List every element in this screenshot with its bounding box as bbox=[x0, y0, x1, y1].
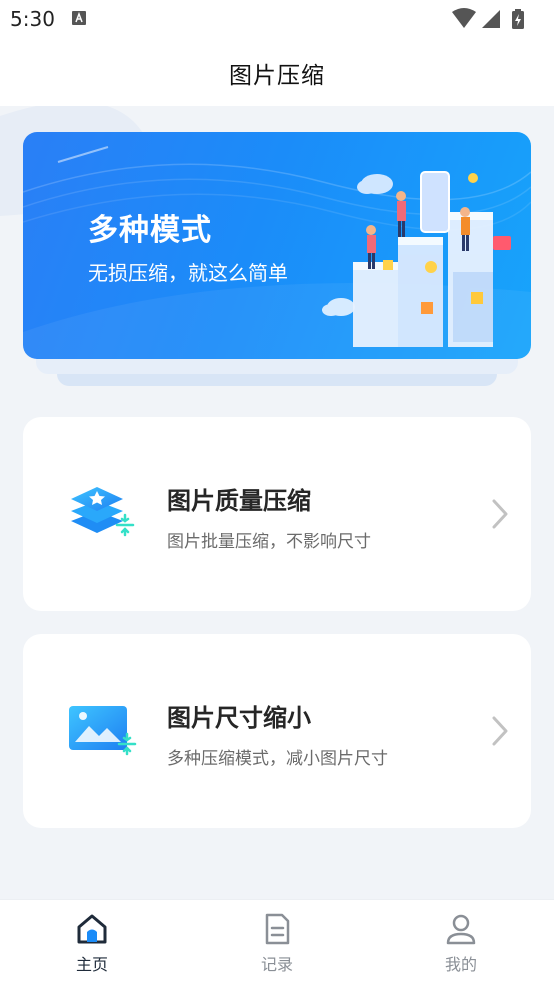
battery-icon bbox=[512, 9, 524, 29]
app-bar: 图片压缩 bbox=[0, 40, 554, 106]
tab-home-label: 主页 bbox=[75, 955, 108, 974]
promo-banner[interactable]: 多种模式 无损压缩，就这么简单 bbox=[23, 132, 531, 359]
layers-star-icon bbox=[71, 487, 135, 537]
tab-records[interactable]: 记录 bbox=[222, 900, 332, 985]
status-icons bbox=[452, 8, 524, 29]
card-description: 多种压缩模式，减小图片尺寸 bbox=[167, 749, 388, 769]
notification-a-icon bbox=[72, 11, 86, 25]
profile-icon bbox=[446, 914, 476, 945]
size-reduce-card[interactable]: 图片尺寸缩小 多种压缩模式，减小图片尺寸 bbox=[23, 634, 531, 828]
chevron-right-icon bbox=[492, 716, 508, 746]
tab-profile-label: 我的 bbox=[444, 955, 477, 974]
document-icon bbox=[265, 913, 290, 945]
status-time: 5:30 bbox=[10, 7, 55, 31]
banner-illustration bbox=[322, 171, 511, 347]
banner-subtitle: 无损压缩，就这么简单 bbox=[88, 261, 288, 285]
home-icon bbox=[77, 914, 107, 944]
card-title: 图片质量压缩 bbox=[167, 487, 311, 515]
card-title: 图片尺寸缩小 bbox=[167, 704, 311, 732]
card-description: 图片批量压缩，不影响尺寸 bbox=[167, 532, 371, 552]
chevron-right-icon bbox=[492, 499, 508, 529]
image-resize-icon bbox=[69, 706, 137, 756]
page-title: 图片压缩 bbox=[229, 63, 325, 89]
tab-records-label: 记录 bbox=[260, 955, 293, 974]
signal-icon bbox=[482, 10, 500, 28]
banner-title: 多种模式 bbox=[88, 213, 212, 248]
bottom-tab-bar: 主页 记录 我的 bbox=[0, 899, 554, 985]
tab-profile[interactable]: 我的 bbox=[406, 900, 516, 985]
tab-home[interactable]: 主页 bbox=[37, 900, 147, 985]
quality-compress-card[interactable]: 图片质量压缩 图片批量压缩，不影响尺寸 bbox=[23, 417, 531, 611]
status-bar: 5:30 bbox=[0, 0, 554, 40]
wifi-icon bbox=[452, 8, 476, 28]
